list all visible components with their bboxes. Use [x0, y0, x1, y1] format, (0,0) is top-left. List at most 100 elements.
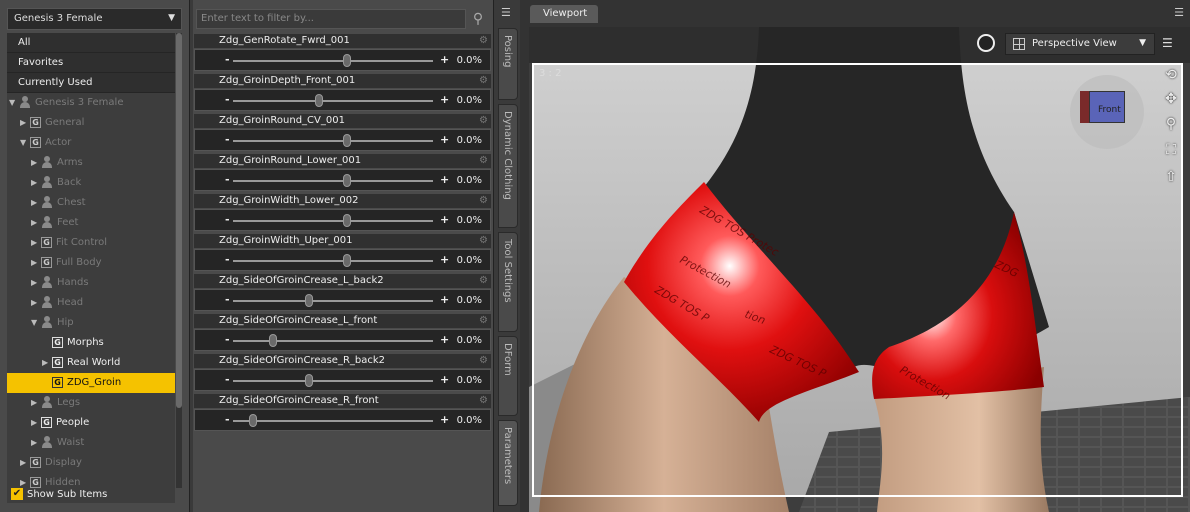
reset-view-icon[interactable]: ⇧ [1159, 167, 1183, 187]
gear-icon[interactable]: ⚙ [479, 234, 488, 248]
slider-row[interactable]: - +0.0% [194, 289, 491, 311]
zoom-icon[interactable]: ⚲ [1159, 114, 1183, 134]
increment-button[interactable]: + [440, 213, 449, 226]
tree-node-fit-control[interactable]: ▶ G Fit Control [7, 233, 175, 253]
collapse-arrow-icon[interactable]: ▶ [31, 173, 41, 193]
expand-arrow-icon[interactable]: ▼ [31, 313, 41, 333]
tree-node-chest[interactable]: ▶ Chest [7, 193, 175, 213]
tree-node-actor[interactable]: ▼ G Actor [7, 133, 175, 153]
tab-posing[interactable]: Posing [498, 28, 518, 100]
decrement-button[interactable]: - [225, 133, 230, 146]
parameter-value[interactable]: 0.0% [457, 375, 482, 386]
collapse-arrow-icon[interactable]: ▶ [31, 293, 41, 313]
collapse-arrow-icon[interactable]: ▶ [31, 213, 41, 233]
tree-node-full-body[interactable]: ▶ G Full Body [7, 253, 175, 273]
tree-node-zdg-groin[interactable]: G ZDG_Groin [7, 373, 175, 393]
search-icon[interactable]: ⚲ [468, 9, 488, 29]
slider-knob[interactable] [343, 254, 351, 267]
slider-row[interactable]: - +0.0% [194, 169, 491, 191]
scrollbar-thumb[interactable] [176, 33, 182, 408]
tree-node-hands[interactable]: ▶ Hands [7, 273, 175, 293]
gear-icon[interactable]: ⚙ [479, 34, 488, 48]
slider-knob[interactable] [315, 94, 323, 107]
viewport-canvas[interactable]: ZDG TOS P Protection ZDG TOS Protec ZDG … [529, 27, 1190, 512]
parameter-value[interactable]: 0.0% [457, 415, 482, 426]
gear-icon[interactable]: ⚙ [479, 154, 488, 168]
increment-button[interactable]: + [440, 53, 449, 66]
tree-node-back[interactable]: ▶ Back [7, 173, 175, 193]
decrement-button[interactable]: - [225, 293, 230, 306]
slider-track[interactable] [233, 420, 433, 422]
increment-button[interactable]: + [440, 93, 449, 106]
slider-knob[interactable] [305, 294, 313, 307]
slider-track[interactable] [233, 220, 433, 222]
collapse-arrow-icon[interactable]: ▶ [31, 193, 41, 213]
orbit-icon[interactable]: ⟲ [1159, 65, 1183, 85]
collapse-arrow-icon[interactable]: ▶ [31, 273, 41, 293]
slider-row[interactable]: - +0.0% [194, 209, 491, 231]
figure-select-dropdown[interactable]: Genesis 3 Female ▼ [7, 8, 182, 30]
slider-knob[interactable] [305, 374, 313, 387]
collapse-arrow-icon[interactable]: ▶ [31, 413, 41, 433]
draw-style-ball-icon[interactable] [977, 34, 995, 52]
tree-node-morphs[interactable]: G Morphs [7, 333, 175, 353]
slider-track[interactable] [233, 180, 433, 182]
tree-node-real-world[interactable]: ▶ G Real World [7, 353, 175, 373]
slider-track[interactable] [233, 300, 433, 302]
tree-node-hip[interactable]: ▼ Hip [7, 313, 175, 333]
increment-button[interactable]: + [440, 413, 449, 426]
decrement-button[interactable]: - [225, 253, 230, 266]
decrement-button[interactable]: - [225, 173, 230, 186]
slider-knob[interactable] [269, 334, 277, 347]
slider-track[interactable] [233, 260, 433, 262]
slider-track[interactable] [233, 140, 433, 142]
collapse-arrow-icon[interactable]: ▶ [20, 453, 30, 473]
decrement-button[interactable]: - [225, 333, 230, 346]
slider-row[interactable]: - +0.0% [194, 129, 491, 151]
collapse-arrow-icon[interactable]: ▶ [31, 433, 41, 453]
tree-node-waist[interactable]: ▶ Waist [7, 433, 175, 453]
tab-dform[interactable]: DForm [498, 336, 518, 416]
tab-parameters[interactable]: Parameters [498, 420, 518, 506]
slider-knob[interactable] [343, 174, 351, 187]
filter-input[interactable]: Enter text to filter by... [196, 9, 466, 29]
frame-icon[interactable]: ⛶ [1159, 140, 1183, 160]
collapse-arrow-icon[interactable]: ▶ [31, 153, 41, 173]
collapse-arrow-icon[interactable]: ▶ [31, 393, 41, 413]
slider-row[interactable]: - +0.0% [194, 329, 491, 351]
increment-button[interactable]: + [440, 333, 449, 346]
gear-icon[interactable]: ⚙ [479, 354, 488, 368]
increment-button[interactable]: + [440, 173, 449, 186]
collapse-arrow-icon[interactable]: ▶ [31, 253, 41, 273]
tree-item-favorites[interactable]: Favorites [7, 53, 175, 73]
parameter-value[interactable]: 0.0% [457, 55, 482, 66]
viewport-menu-icon[interactable]: ☰ [1174, 6, 1184, 19]
tab-viewport[interactable]: Viewport [530, 5, 598, 23]
slider-track[interactable] [233, 380, 433, 382]
pan-icon[interactable]: ✥ [1159, 89, 1183, 109]
slider-row[interactable]: - +0.0% [194, 409, 491, 431]
gear-icon[interactable]: ⚙ [479, 74, 488, 88]
slider-row[interactable]: - +0.0% [194, 249, 491, 271]
pane-menu-icon[interactable]: ☰ [501, 6, 513, 19]
collapse-arrow-icon[interactable]: ▶ [31, 233, 41, 253]
tree-item-currently-used[interactable]: Currently Used [7, 73, 175, 93]
parameter-value[interactable]: 0.0% [457, 175, 482, 186]
slider-track[interactable] [233, 100, 433, 102]
collapse-arrow-icon[interactable]: ▶ [42, 353, 52, 373]
slider-knob[interactable] [343, 54, 351, 67]
slider-knob[interactable] [249, 414, 257, 427]
increment-button[interactable]: + [440, 133, 449, 146]
slider-track[interactable] [233, 340, 433, 342]
gear-icon[interactable]: ⚙ [479, 114, 488, 128]
collapse-arrow-icon[interactable]: ▶ [20, 113, 30, 133]
increment-button[interactable]: + [440, 253, 449, 266]
slider-row[interactable]: - +0.0% [194, 89, 491, 111]
parameter-value[interactable]: 0.0% [457, 215, 482, 226]
tree-node-feet[interactable]: ▶ Feet [7, 213, 175, 233]
tree-node-arms[interactable]: ▶ Arms [7, 153, 175, 173]
decrement-button[interactable]: - [225, 93, 230, 106]
tab-dynamic-clothing[interactable]: Dynamic Clothing [498, 104, 518, 228]
slider-track[interactable] [233, 60, 433, 62]
tree-scrollbar[interactable] [176, 33, 182, 488]
